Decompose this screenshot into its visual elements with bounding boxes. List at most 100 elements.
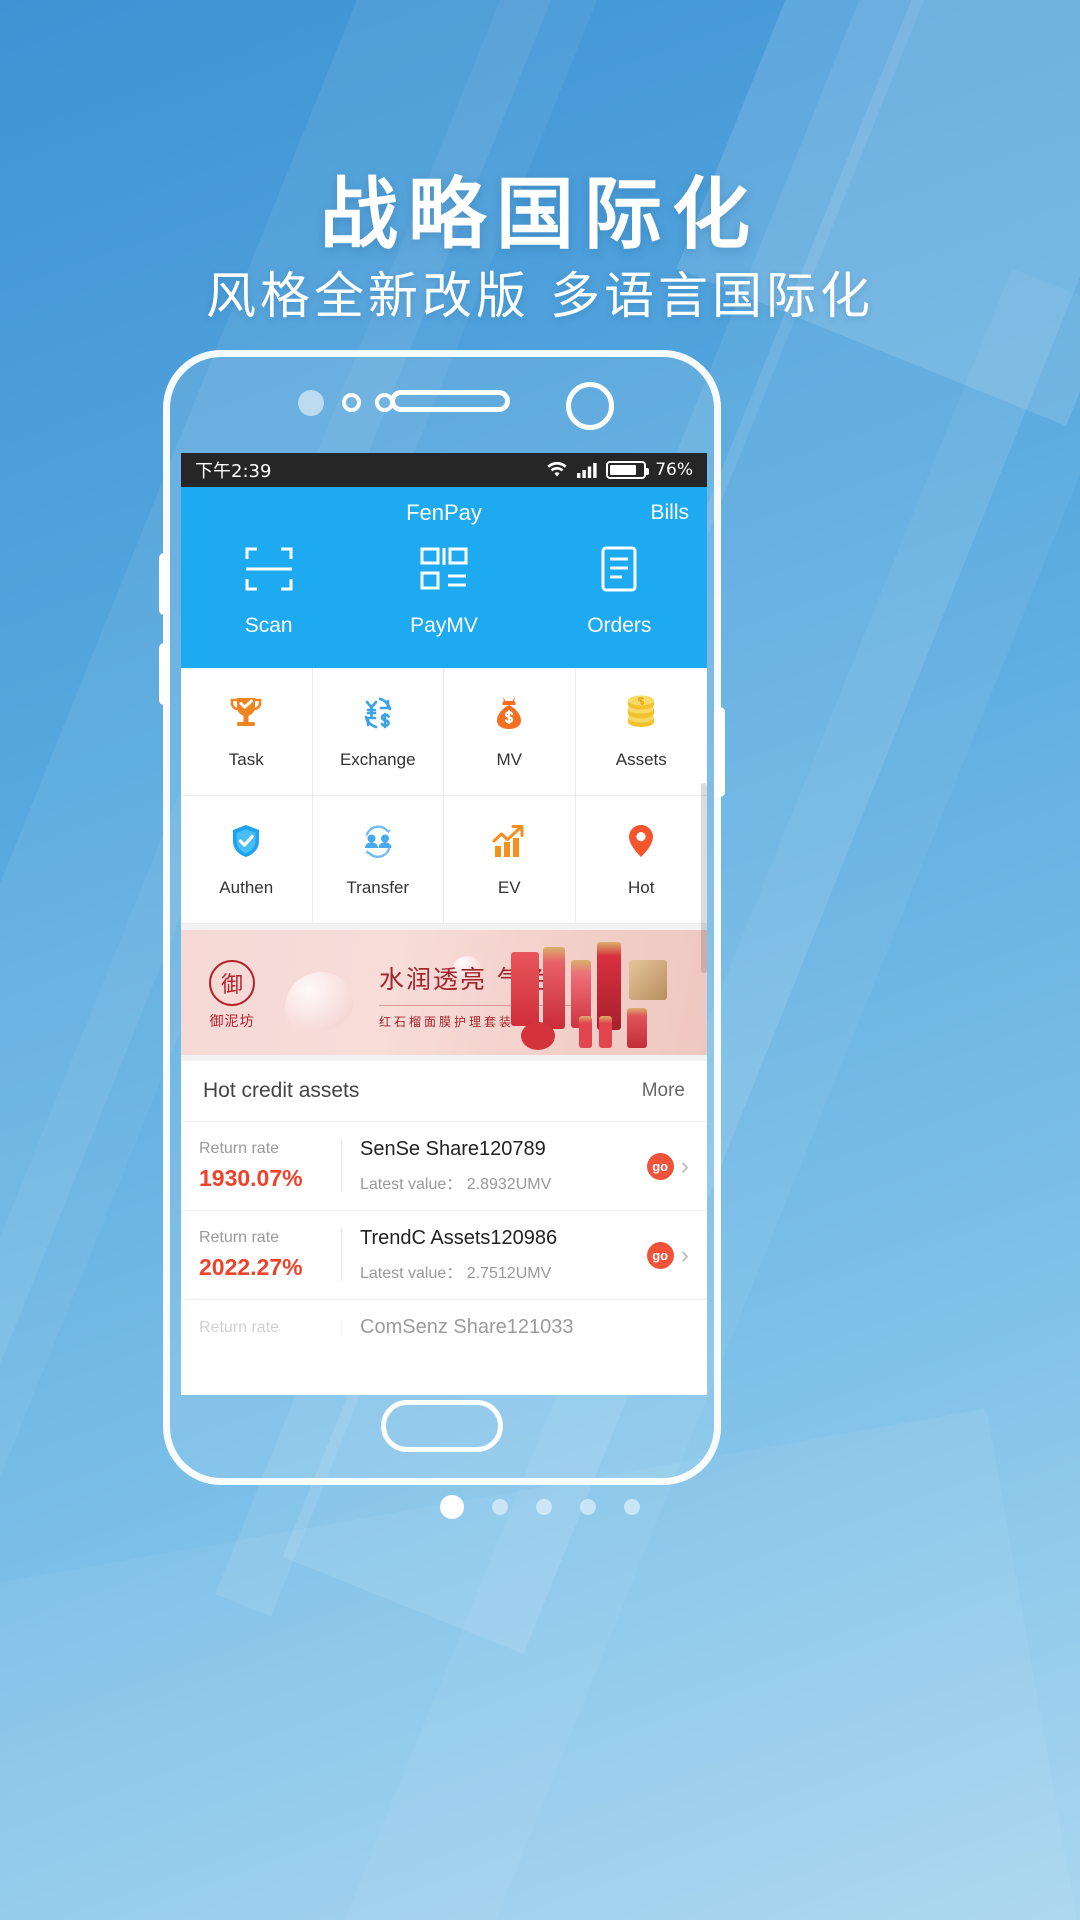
section-title: Hot credit assets — [203, 1079, 360, 1102]
asset-row[interactable]: Return rate 2022.27% TrendC Assets120986… — [181, 1211, 707, 1300]
map-pin-icon — [621, 821, 661, 861]
quick-action-scan[interactable]: Scan — [181, 543, 356, 638]
phone-mockup: 下午2:39 76% FenPay Bills Scan PayMV Order… — [159, 350, 725, 1485]
volume-up-button[interactable] — [159, 553, 170, 615]
banner-product-graphic — [579, 1016, 592, 1048]
asset-name: SenSe Share120789 — [360, 1138, 546, 1160]
grid-item-hot[interactable]: Hot — [575, 796, 707, 924]
grid-item-transfer[interactable]: Transfer — [312, 796, 444, 924]
user-transfer-icon — [358, 821, 398, 861]
pager-dot-active[interactable] — [440, 1495, 464, 1519]
asset-info-block: TrendC Assets120986 Latest value： 2.7512… — [342, 1227, 647, 1283]
asset-return-block: Return rate — [199, 1318, 342, 1337]
latest-value-label: Latest value： — [360, 1265, 463, 1282]
power-button[interactable] — [714, 707, 725, 797]
water-droplet-graphic — [285, 972, 353, 1032]
banner-pomegranate-graphic — [521, 1022, 555, 1050]
app-header: FenPay Bills Scan PayMV Orders — [181, 487, 707, 668]
go-badge[interactable]: go — [646, 1152, 674, 1180]
return-rate-label: Return rate — [199, 1140, 280, 1157]
wifi-icon — [546, 462, 568, 478]
pager-dot[interactable] — [492, 1499, 508, 1515]
qr-code-icon — [418, 543, 470, 600]
shield-check-icon — [226, 821, 266, 861]
banner-product-graphic — [629, 960, 667, 1000]
quick-actions-row: Scan PayMV Orders — [181, 539, 707, 660]
pager-dot[interactable] — [536, 1499, 552, 1515]
volume-down-button[interactable] — [159, 643, 170, 705]
promo-banner-wrap: 御 御泥坊 水润透亮 气色up 红石榴面膜护理套装 — [181, 924, 707, 1061]
grid-item-label: Task — [228, 750, 264, 769]
banner-product-graphic — [543, 947, 565, 1029]
sensor-dot-icon — [298, 390, 324, 416]
grid-item-label: Authen — [219, 878, 274, 897]
grid-item-label: Hot — [628, 878, 655, 897]
growth-chart-icon — [489, 821, 529, 861]
grid-item-ev[interactable]: EV — [444, 796, 576, 924]
more-link[interactable]: More — [642, 1080, 685, 1102]
clipboard-list-icon — [593, 543, 645, 600]
chevron-right-icon: › — [680, 1151, 689, 1180]
return-rate-label: Return rate — [199, 1229, 280, 1246]
banner-brand-logo: 御 御泥坊 — [209, 960, 255, 1031]
money-bag-icon — [489, 693, 529, 733]
battery-icon — [606, 461, 650, 479]
asset-return-block: Return rate 1930.07% — [199, 1140, 342, 1192]
asset-row[interactable]: Return rate 1930.07% SenSe Share120789 L… — [181, 1122, 707, 1211]
signal-bars-icon — [577, 462, 597, 478]
quick-action-paymv[interactable]: PayMV — [356, 543, 531, 638]
return-rate-value: 1930.07% — [199, 1165, 303, 1191]
latest-value-label: Latest value： — [360, 1176, 463, 1193]
banner-product-graphic — [511, 952, 539, 1026]
earpiece-speaker-icon — [390, 390, 510, 412]
hot-assets-header: Hot credit assets More — [181, 1061, 707, 1122]
currency-swap-icon — [358, 693, 398, 733]
asset-latest-value: Latest value： 2.7512UMV — [360, 1259, 647, 1283]
grid-item-label: Transfer — [346, 878, 410, 897]
pager-dot[interactable] — [580, 1499, 596, 1515]
asset-name: TrendC Assets120986 — [360, 1227, 558, 1249]
carousel-pager — [0, 1495, 1080, 1519]
scan-frame-icon — [243, 543, 295, 600]
quick-action-orders[interactable]: Orders — [532, 543, 707, 638]
grid-item-task[interactable]: Task — [181, 668, 313, 796]
grid-item-mv[interactable]: MV — [444, 668, 576, 796]
feature-grid: Task Exchange MV Assets Authen Transfer … — [181, 668, 707, 924]
pager-dot[interactable] — [624, 1499, 640, 1515]
grid-item-label: MV — [496, 750, 523, 769]
quick-action-label: Orders — [587, 614, 652, 637]
return-rate-value: 2022.27% — [199, 1254, 303, 1280]
quick-action-label: PayMV — [410, 614, 478, 637]
phone-top-bezel — [170, 357, 714, 449]
front-camera-icon — [566, 382, 614, 430]
bills-button[interactable]: Bills — [650, 501, 689, 525]
asset-name: ComSenz Share121033 — [360, 1316, 574, 1338]
latest-value-number: 2.7512UMV — [466, 1265, 552, 1282]
scrollbar[interactable] — [701, 783, 707, 973]
status-time: 下午2:39 — [195, 461, 272, 482]
promo-banner[interactable]: 御 御泥坊 水润透亮 气色up 红石榴面膜护理套装 — [181, 930, 707, 1055]
chevron-right-icon: › — [680, 1240, 689, 1269]
grid-item-label: Assets — [615, 750, 667, 769]
quick-action-label: Scan — [244, 614, 293, 637]
phone-screen: 下午2:39 76% FenPay Bills Scan PayMV Order… — [181, 453, 707, 1395]
asset-return-block: Return rate 2022.27% — [199, 1229, 342, 1281]
banner-product-graphic — [627, 1008, 647, 1048]
return-rate-label: Return rate — [199, 1318, 280, 1336]
sensor-ring-icon — [342, 393, 361, 412]
asset-info-block: SenSe Share120789 Latest value： 2.8932UM… — [342, 1138, 647, 1194]
grid-item-assets[interactable]: Assets — [575, 668, 707, 796]
grid-item-exchange[interactable]: Exchange — [312, 668, 444, 796]
app-title: FenPay — [406, 500, 482, 525]
asset-info-block: ComSenz Share121033 — [342, 1316, 689, 1339]
banner-product-graphic — [599, 1016, 612, 1048]
latest-value-number: 2.8932UMV — [466, 1176, 552, 1193]
trophy-icon — [226, 693, 266, 733]
home-button[interactable] — [381, 1400, 503, 1452]
grid-item-authen[interactable]: Authen — [181, 796, 313, 924]
go-badge[interactable]: go — [646, 1241, 674, 1269]
asset-row[interactable]: Return rate ComSenz Share121033 — [181, 1300, 707, 1355]
grid-item-label: EV — [497, 878, 521, 897]
asset-latest-value: Latest value： 2.8932UMV — [360, 1170, 647, 1194]
coin-stack-icon — [621, 693, 661, 733]
